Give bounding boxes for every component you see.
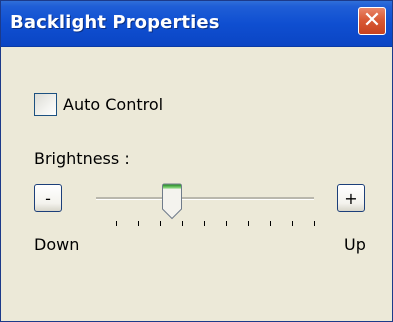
slider-tick xyxy=(314,221,315,226)
slider-tick xyxy=(226,221,227,226)
brightness-label: Brightness : xyxy=(34,149,130,168)
brightness-up-button[interactable]: + xyxy=(337,184,365,212)
down-label: Down xyxy=(34,235,80,254)
slider-tick xyxy=(116,221,117,226)
slider-tick xyxy=(270,221,271,226)
slider-tick xyxy=(204,221,205,226)
title-bar[interactable]: Backlight Properties ✕ xyxy=(1,1,392,47)
slider-tick xyxy=(292,221,293,226)
slider-thumb-icon[interactable] xyxy=(161,183,183,220)
slider-tick xyxy=(138,221,139,226)
slider-ticks xyxy=(86,221,326,229)
slider-tick xyxy=(182,221,183,226)
slider-tick xyxy=(160,221,161,226)
brightness-slider[interactable] xyxy=(86,179,326,234)
slider-tick xyxy=(248,221,249,226)
close-icon: ✕ xyxy=(362,7,382,33)
auto-control-row[interactable]: Auto Control xyxy=(34,92,163,116)
slider-track[interactable] xyxy=(96,197,314,200)
auto-control-label[interactable]: Auto Control xyxy=(63,95,163,114)
close-button[interactable]: ✕ xyxy=(358,7,386,35)
backlight-properties-window: Backlight Properties ✕ Auto Control Brig… xyxy=(0,0,393,322)
window-title: Backlight Properties xyxy=(10,12,220,33)
auto-control-checkbox[interactable] xyxy=(34,92,57,116)
up-label: Up xyxy=(344,235,366,254)
brightness-down-button[interactable]: - xyxy=(34,184,62,212)
